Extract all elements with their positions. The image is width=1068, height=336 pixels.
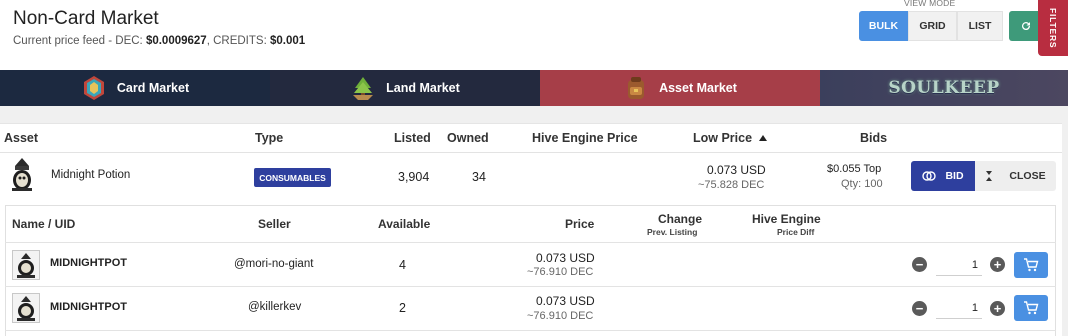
view-grid-button[interactable]: GRID xyxy=(908,11,957,41)
sort-asc-icon xyxy=(759,135,768,141)
low-price-usd: 0.073 USD xyxy=(707,163,766,177)
view-mode-label: VIEW MODE xyxy=(904,0,956,8)
col-seller[interactable]: Seller xyxy=(258,217,291,231)
crystal-card-icon xyxy=(81,75,107,101)
tab-card-market-label: Card Market xyxy=(116,81,190,95)
listing-seller[interactable]: @killerkev xyxy=(248,301,301,313)
midnight-potion-icon xyxy=(9,158,35,192)
qty-increase-button[interactable]: + xyxy=(990,257,1005,272)
col-hive-engine-sub: Price Diff xyxy=(777,227,815,237)
listing-thumbnail xyxy=(12,293,40,323)
tab-card-market[interactable]: Card Market xyxy=(0,70,270,106)
view-mode-group: BULK GRID LIST xyxy=(859,11,1003,41)
content-gutter xyxy=(0,106,1068,123)
qty-increase-button[interactable]: + xyxy=(990,301,1005,316)
listings-header-divider xyxy=(5,242,1056,243)
col-hive-engine-price[interactable]: Hive Engine Price xyxy=(532,131,638,145)
add-to-cart-button[interactable] xyxy=(1014,295,1048,321)
plus-icon: + xyxy=(993,257,1002,272)
listing-uid[interactable]: MIDNIGHTPOT xyxy=(50,301,127,313)
cart-icon xyxy=(1024,258,1039,272)
credits-price: $0.001 xyxy=(269,35,306,47)
col-available[interactable]: Available xyxy=(378,217,430,231)
coins-icon xyxy=(922,171,937,181)
listing-available: 4 xyxy=(399,258,406,272)
col-low-price[interactable]: Low Price xyxy=(693,131,768,145)
dec-price: $0.0009627 xyxy=(145,35,207,47)
credits-prefix: , CREDITS: xyxy=(206,35,270,47)
header-divider xyxy=(0,152,1062,153)
scrollbar-track[interactable] xyxy=(1062,106,1068,336)
tab-asset-market-label: Asset Market xyxy=(659,81,737,95)
row-divider xyxy=(5,330,1056,331)
minus-icon: − xyxy=(915,257,924,272)
col-name-uid[interactable]: Name / UID xyxy=(12,217,75,231)
col-hive-engine[interactable]: Hive Engine xyxy=(752,212,821,226)
listing-thumbnail xyxy=(12,250,40,280)
listing-price-dec: ~76.910 DEC xyxy=(527,310,594,322)
bid-button[interactable]: BID xyxy=(911,161,975,191)
filters-tab[interactable]: FILTERS xyxy=(1038,0,1068,56)
listing-available: 2 xyxy=(399,301,406,315)
bid-qty: Qty: 100 xyxy=(841,178,883,190)
col-low-price-label: Low Price xyxy=(693,131,753,145)
tab-land-market-label: Land Market xyxy=(386,81,460,95)
add-to-cart-button[interactable] xyxy=(1014,252,1048,278)
soulkeep-logo: SOULKEEP xyxy=(888,78,1000,98)
market-nav: Card Market Land Market Asset Market SOU… xyxy=(0,70,1068,106)
backpack-icon xyxy=(623,75,649,101)
col-bids[interactable]: Bids xyxy=(860,131,887,145)
tab-asset-market[interactable]: Asset Market xyxy=(540,70,820,106)
col-owned[interactable]: Owned xyxy=(447,131,489,145)
qty-input[interactable] xyxy=(936,297,982,319)
listed-count: 3,904 xyxy=(398,170,430,184)
col-listed[interactable]: Listed xyxy=(394,131,431,145)
tab-soulkeep[interactable]: SOULKEEP xyxy=(820,70,1068,106)
col-type[interactable]: Type xyxy=(255,131,283,145)
col-price[interactable]: Price xyxy=(565,217,594,231)
qty-decrease-button[interactable]: − xyxy=(912,301,927,316)
listing-price-usd: 0.073 USD xyxy=(536,251,595,265)
minus-icon: − xyxy=(915,301,924,316)
top-bid: $0.055 Top xyxy=(827,163,882,175)
qty-decrease-button[interactable]: − xyxy=(912,257,927,272)
page-title: Non-Card Market xyxy=(13,8,159,29)
filters-label: FILTERS xyxy=(1048,7,1058,49)
col-asset[interactable]: Asset xyxy=(4,131,38,145)
midnight-potion-icon xyxy=(13,251,39,279)
col-change[interactable]: Change xyxy=(658,212,702,226)
collapse-icon xyxy=(986,171,993,181)
tab-land-market[interactable]: Land Market xyxy=(270,70,540,106)
close-button[interactable]: CLOSE xyxy=(975,161,1056,191)
close-button-label: CLOSE xyxy=(1009,170,1046,182)
midnight-potion-icon xyxy=(13,294,39,322)
owned-count: 34 xyxy=(472,170,486,184)
qty-input[interactable] xyxy=(936,254,982,276)
price-feed-prefix: Current price feed - DEC: xyxy=(13,35,146,47)
refresh-icon xyxy=(1022,22,1031,31)
plus-icon: + xyxy=(993,301,1002,316)
col-change-sub: Prev. Listing xyxy=(647,227,698,237)
land-tree-icon xyxy=(350,75,376,101)
row-divider xyxy=(5,286,1056,287)
cart-icon xyxy=(1024,301,1039,315)
bid-button-label: BID xyxy=(945,170,964,182)
low-price-dec: ~75.828 DEC xyxy=(698,179,765,191)
price-feed: Current price feed - DEC: $0.0009627, CR… xyxy=(13,35,305,47)
view-bulk-button[interactable]: BULK xyxy=(859,11,908,41)
listing-seller[interactable]: @mori-no-giant xyxy=(234,258,313,270)
view-list-button[interactable]: LIST xyxy=(957,11,1003,41)
listing-uid[interactable]: MIDNIGHTPOT xyxy=(50,257,127,269)
type-badge: CONSUMABLES xyxy=(254,168,331,187)
listing-price-dec: ~76.910 DEC xyxy=(527,266,594,278)
listing-price-usd: 0.073 USD xyxy=(536,294,595,308)
asset-name[interactable]: Midnight Potion xyxy=(51,169,130,181)
